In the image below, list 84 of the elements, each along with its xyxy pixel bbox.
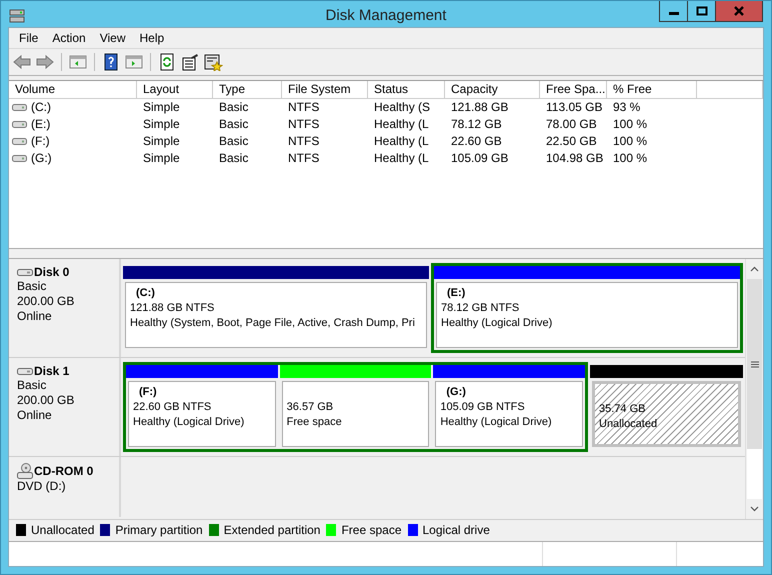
table-cell: NTFS — [288, 133, 320, 150]
disk-info: Basic — [17, 378, 46, 393]
table-cell: Simple — [143, 133, 180, 150]
partition-label: (F:) — [138, 385, 157, 400]
partition-block[interactable]: 35.74 GB Unallocated — [592, 381, 741, 447]
disk-info: 200.00 GB — [17, 294, 74, 309]
partition-size: 36.57 GB — [286, 400, 334, 415]
table-cell: 104.98 GB — [546, 150, 604, 167]
partition-block[interactable]: (G:) 105.09 GB NTFS Healthy (Logical Drive) — [435, 381, 584, 447]
table-cell: Simple — [143, 99, 180, 116]
partition-label: (C:) — [135, 286, 155, 301]
column-header[interactable]: File System — [282, 81, 368, 99]
partition-status: Healthy (System, Boot, Page File, Active, Crash Dump, Pri — [130, 316, 415, 331]
partition-size: 22.60 GB NTFS — [133, 400, 212, 415]
table-cell: 100 % — [613, 133, 648, 150]
column-header[interactable]: Type — [213, 81, 282, 99]
table-cell: (G:) — [31, 150, 52, 167]
column-header[interactable]: Volume — [9, 81, 137, 99]
legend-label: Logical drive — [422, 522, 490, 536]
table-cell: Healthy (L — [374, 133, 429, 150]
table-cell: 78.12 GB — [451, 116, 502, 133]
partition-block[interactable]: (F:) 22.60 GB NTFS Healthy (Logical Drive) — [128, 381, 276, 447]
disk-name: Disk 0 — [34, 265, 70, 279]
disk-info: Online — [17, 309, 52, 324]
table-cell: 121.88 GB — [451, 99, 508, 116]
partition-status: Healthy (Logical Drive) — [440, 415, 552, 430]
column-header[interactable]: Capacity — [445, 81, 540, 99]
partition-block[interactable]: (C:) 121.88 GB NTFS Healthy (System, Boot, Page File, Active, Crash Dump, Pri — [125, 282, 427, 348]
table-cell: 105.09 GB — [451, 150, 508, 167]
table-cell: 78.00 GB — [546, 116, 597, 133]
legend-label: Extended partition — [224, 522, 320, 536]
extended-partition[interactable]: (F:) 22.60 GB NTFS Healthy (Logical Drive) 36.57 GB Free space (G:) 105.09 GB NTFS Healthy (Logical Drive) — [123, 362, 588, 452]
column-header[interactable]: Layout — [137, 81, 213, 99]
table-cell: Basic — [219, 150, 248, 167]
disk-info: Basic — [17, 279, 46, 294]
table-cell: (C:) — [31, 99, 51, 116]
disk-info: Online — [17, 408, 52, 423]
table-cell: 93 % — [613, 99, 640, 116]
table-cell: Healthy (L — [374, 116, 429, 133]
table-cell: 100 % — [613, 116, 648, 133]
partition-status: Unallocated — [599, 417, 658, 432]
menu-item[interactable]: Help — [132, 31, 172, 45]
table-cell: (E:) — [31, 116, 50, 133]
partition-label: (E:) — [446, 286, 466, 301]
table-cell: 113.05 GB — [546, 99, 602, 116]
table-cell: 100 % — [613, 150, 648, 167]
partition-size: 78.12 GB NTFS — [441, 301, 520, 316]
table-cell: NTFS — [288, 99, 320, 116]
extended-partition[interactable]: (E:) 78.12 GB NTFS Healthy (Logical Drive) — [431, 263, 743, 353]
legend-label: Free space — [341, 522, 402, 536]
partition-status: Healthy (Logical Drive) — [441, 316, 552, 331]
partition-size: 121.88 GB NTFS — [130, 301, 214, 316]
disk-info: DVD (D:) — [17, 479, 66, 494]
partition-block[interactable]: 36.57 GB Free space — [282, 381, 430, 447]
table-cell: Basic — [219, 116, 248, 133]
partition-size: 105.09 GB NTFS — [440, 400, 525, 415]
column-header[interactable]: Status — [368, 81, 445, 99]
partition-label: (G:) — [445, 385, 466, 400]
table-cell: Basic — [219, 99, 248, 116]
legend-label: Primary partition — [115, 522, 203, 536]
column-header[interactable]: % Free — [607, 81, 697, 99]
disk-name: Disk 1 — [34, 364, 70, 378]
table-cell: NTFS — [288, 150, 320, 167]
table-cell: Simple — [143, 116, 180, 133]
table-cell: Healthy (L — [374, 150, 429, 167]
table-cell: (F:) — [31, 133, 50, 150]
table-cell: 22.50 GB — [546, 133, 597, 150]
partition-size: 35.74 GB — [599, 402, 646, 417]
column-header[interactable]: Free Spa... — [540, 81, 607, 99]
legend-label: Unallocated — [31, 522, 94, 536]
window-title: Disk Management — [326, 7, 446, 24]
table-cell: NTFS — [288, 116, 320, 133]
table-cell: Basic — [219, 133, 248, 150]
menu-item[interactable]: Action — [45, 31, 93, 45]
menu-item[interactable]: View — [92, 31, 132, 45]
table-cell: Healthy (S — [374, 99, 430, 116]
table-cell: 22.60 GB — [451, 133, 502, 150]
disk-info: 200.00 GB — [17, 393, 74, 408]
disk-name: CD-ROM 0 — [34, 464, 94, 478]
partition-status: Healthy (Logical Drive) — [133, 415, 244, 430]
menu-item[interactable]: File — [12, 31, 46, 45]
partition-block[interactable]: (E:) 78.12 GB NTFS Healthy (Logical Drive) — [436, 282, 738, 348]
table-cell: Simple — [143, 150, 180, 167]
partition-status: Free space — [286, 415, 342, 430]
